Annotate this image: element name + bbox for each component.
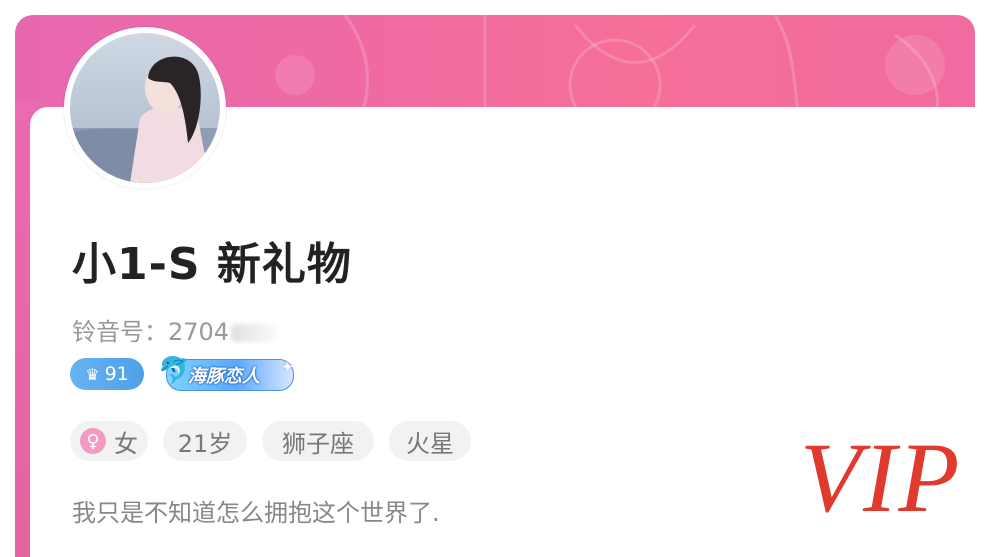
dolphin-icon: 🐬 [158,356,191,386]
level-value: 91 [104,363,129,385]
location-tag: 火星 [389,421,471,461]
zodiac-tag: 狮子座 [262,421,374,461]
nickname: 小1-S 新礼物 [72,239,352,290]
avatar[interactable] [70,33,220,183]
gender-text: 女 [114,429,138,458]
age-tag: 21岁 [163,421,247,461]
user-id-blurred [231,324,278,342]
age-text: 21岁 [177,429,233,458]
vip-watermark: VIP [800,422,962,533]
bio: 我只是不知道怎么拥抱这个世界了. [72,499,440,527]
user-id: 铃音号：2704 [72,312,278,347]
gender-tag: ♀ 女 [70,421,148,461]
zodiac-text: 狮子座 [282,429,354,458]
crown-icon: ♛ [85,364,100,384]
female-icon: ♀ [80,428,106,454]
badge-label: 海豚恋人 [188,366,260,387]
user-id-text: 铃音号：2704 [72,318,230,346]
location-text: 火星 [406,429,454,458]
sparkle-icon: ✦ [281,358,294,376]
level-badge[interactable]: ♛ 91 [70,358,144,390]
dolphin-lover-badge[interactable]: 🐬 海豚恋人 ✦ [158,356,294,392]
